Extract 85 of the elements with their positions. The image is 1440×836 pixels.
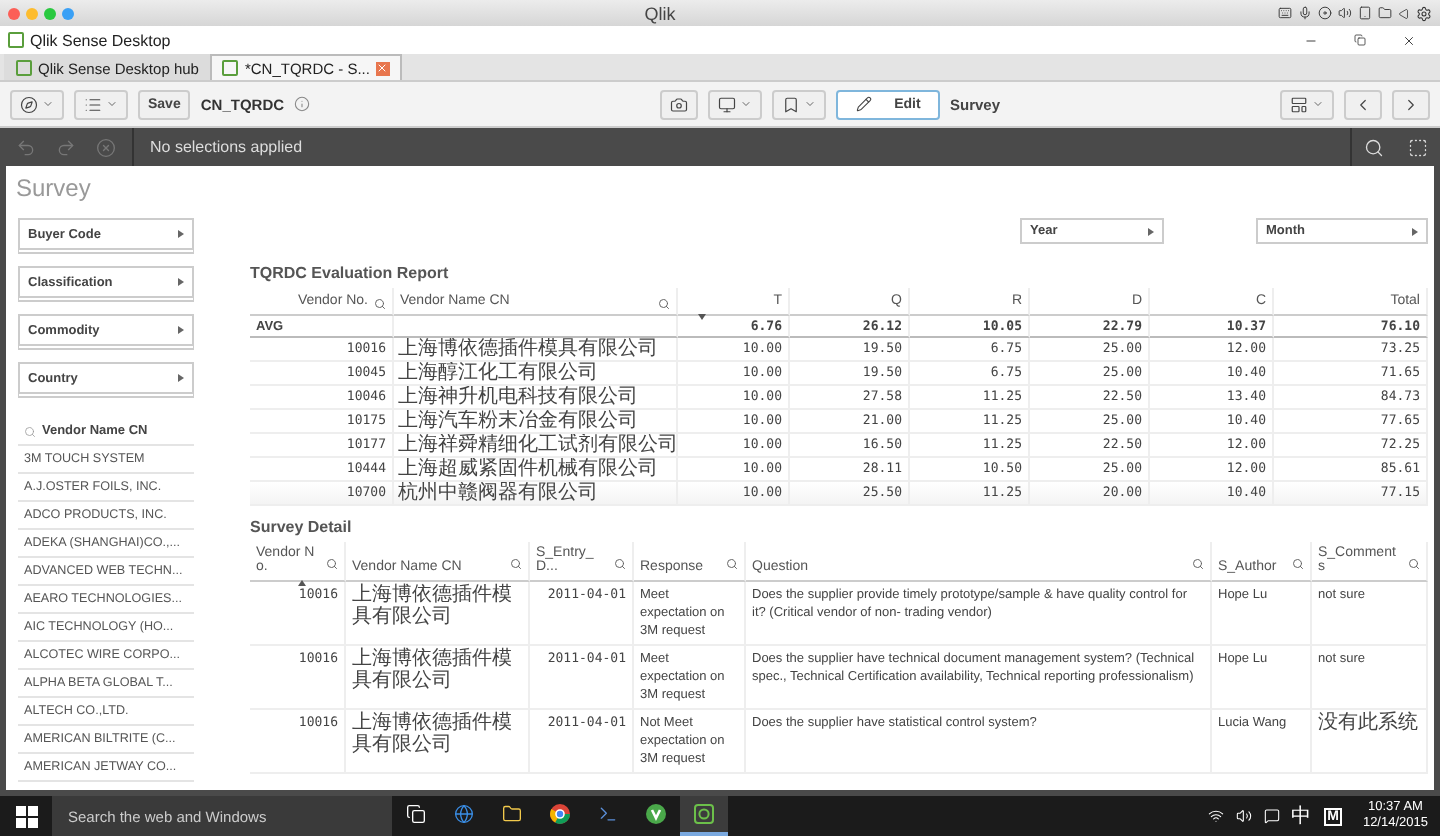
folder-icon xyxy=(502,804,522,824)
arrow-icon xyxy=(178,278,184,286)
arrow-icon xyxy=(178,326,184,334)
list-icon xyxy=(84,95,102,113)
chevron-left-icon xyxy=(1354,95,1372,113)
window-title: Qlik Sense Desktop xyxy=(30,31,171,49)
dot-icon xyxy=(62,7,74,19)
table-cell: 上海神升机电科技有限公司 xyxy=(394,386,678,410)
close-icon xyxy=(1402,33,1416,47)
network-icon xyxy=(1207,808,1224,824)
selections-status: No selections applied xyxy=(148,138,303,156)
task-view-icon xyxy=(406,804,426,824)
search-icon[interactable] xyxy=(614,558,626,570)
sort-icon xyxy=(698,314,706,320)
zoom-dot-icon[interactable] xyxy=(44,7,56,19)
sheets-icon xyxy=(1290,95,1308,113)
minimize-dot-icon[interactable] xyxy=(26,7,38,19)
step-back-icon xyxy=(16,137,36,157)
table-cell: 上海博依德插件模具有限公司 xyxy=(394,338,678,362)
step-forward-icon xyxy=(56,137,76,157)
speaker-icon xyxy=(1338,6,1352,20)
presentation-icon xyxy=(718,95,736,113)
app-logo-icon xyxy=(222,60,239,76)
search-icon[interactable] xyxy=(658,298,670,310)
compass-icon xyxy=(20,95,38,113)
caret-icon xyxy=(1312,98,1324,110)
search-icon[interactable] xyxy=(326,558,338,570)
caret-icon xyxy=(42,98,54,110)
snapshot-button[interactable] xyxy=(660,89,698,119)
search-icon[interactable] xyxy=(510,558,522,570)
table-cell: 上海博依德插件模具有限公司 xyxy=(346,710,530,774)
arrow-icon xyxy=(1412,227,1418,235)
caret-icon xyxy=(804,98,816,110)
arrow-icon xyxy=(1148,227,1154,235)
speaker-icon xyxy=(1235,808,1252,824)
search-icon[interactable] xyxy=(1292,558,1304,570)
table-cell: 没有此系统 xyxy=(1312,710,1428,774)
chart-title: TQRDC Evaluation Report xyxy=(250,264,451,282)
triangle-icon xyxy=(1398,7,1410,19)
bookmark-icon xyxy=(782,95,800,113)
notification-icon xyxy=(1263,808,1280,824)
browser-icon xyxy=(550,804,570,824)
restore-icon xyxy=(1354,34,1366,46)
table-cell: 上海博依德插件模具有限公司 xyxy=(346,646,530,710)
search-icon[interactable] xyxy=(1408,558,1420,570)
app-icon xyxy=(646,804,666,824)
sheet-title: Survey xyxy=(14,172,93,206)
bookmark-button[interactable] xyxy=(772,89,826,119)
camera-icon xyxy=(670,95,688,113)
disc-icon xyxy=(1318,6,1332,20)
table-cell: 上海醇江化工有限公司 xyxy=(394,362,678,386)
chevron-right-icon xyxy=(1402,95,1420,113)
search-icon xyxy=(1364,137,1384,157)
tablet-icon xyxy=(1358,6,1372,20)
close-dot-icon[interactable] xyxy=(8,7,20,19)
close-icon[interactable] xyxy=(375,61,390,75)
arrow-icon xyxy=(178,230,184,238)
pencil-icon xyxy=(855,96,872,112)
keyboard-icon xyxy=(1278,6,1292,20)
sheets-button[interactable] xyxy=(1280,89,1334,119)
globe-icon xyxy=(454,804,474,824)
terminal-icon xyxy=(598,804,618,824)
clear-icon xyxy=(96,137,116,157)
caret-icon xyxy=(106,98,118,110)
app-icon xyxy=(694,804,714,824)
windows-logo-icon xyxy=(15,805,37,827)
microphone-icon xyxy=(1298,6,1312,20)
search-icon xyxy=(24,425,36,437)
app-title: Qlik xyxy=(642,3,678,23)
settings-icon xyxy=(1416,5,1432,21)
story-button[interactable] xyxy=(708,89,762,119)
search-icon[interactable] xyxy=(726,558,738,570)
selection-tool-icon xyxy=(1408,137,1428,157)
search-icon[interactable] xyxy=(1192,558,1204,570)
chart-title: Survey Detail xyxy=(250,518,354,536)
table-cell: 上海博依德插件模具有限公司 xyxy=(346,582,530,646)
folder-icon xyxy=(1378,6,1392,20)
input-method[interactable]: 中 xyxy=(1291,802,1312,830)
search-icon[interactable] xyxy=(374,298,386,310)
sort-icon xyxy=(297,580,305,586)
navigation-button[interactable] xyxy=(10,89,64,119)
info-icon xyxy=(294,96,311,112)
menu-button[interactable] xyxy=(74,89,128,119)
caret-icon xyxy=(740,98,752,110)
arrow-icon xyxy=(178,374,184,382)
